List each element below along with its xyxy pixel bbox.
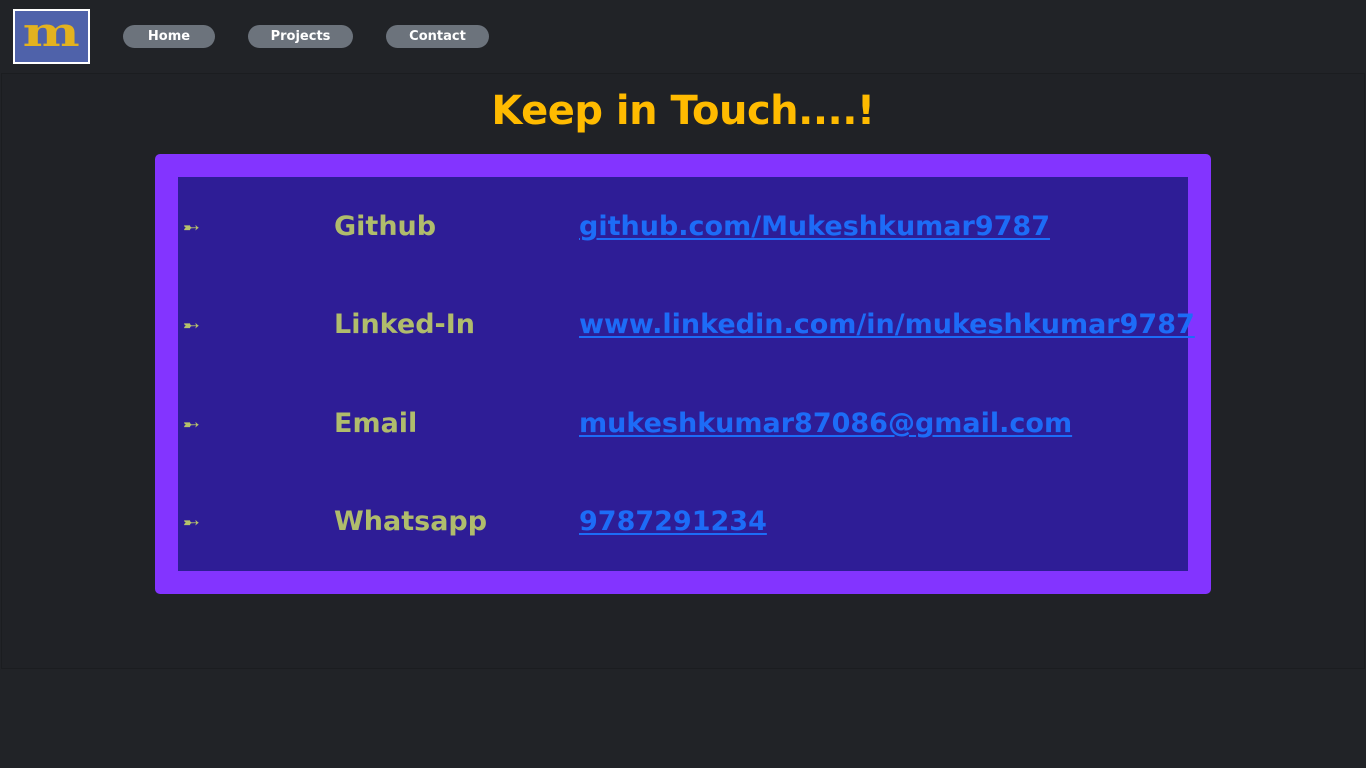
arrow-bullet-icon: ➸ bbox=[183, 510, 200, 534]
contact-label-email: Email bbox=[334, 408, 418, 439]
nav-contact-button[interactable]: Contact bbox=[386, 25, 489, 48]
contact-row-linkedin: ➸ Linked-In www.linkedin.com/in/mukeshku… bbox=[178, 305, 1195, 345]
contact-label-whatsapp: Whatsapp bbox=[334, 506, 488, 537]
contact-label-github: Github bbox=[334, 211, 437, 242]
linkedin-link[interactable]: www.linkedin.com/in/mukeshkumar9787 bbox=[579, 305, 1195, 345]
nav-projects-button[interactable]: Projects bbox=[248, 25, 353, 48]
arrow-bullet-icon: ➸ bbox=[183, 412, 200, 436]
contact-card-inner: ➸ Github github.com/Mukeshkumar9787 ➸ Li… bbox=[178, 177, 1195, 571]
nav-home-button[interactable]: Home bbox=[123, 25, 215, 48]
contact-label-linkedin: Linked-In bbox=[334, 309, 476, 340]
contact-row-email: ➸ Email mukeshkumar87086@gmail.com bbox=[178, 404, 1188, 444]
site-logo[interactable]: m bbox=[13, 9, 90, 64]
contact-row-whatsapp: ➸ Whatsapp 9787291234 bbox=[178, 502, 1188, 542]
contact-row-github: ➸ Github github.com/Mukeshkumar9787 bbox=[178, 207, 1188, 247]
arrow-bullet-icon: ➸ bbox=[183, 215, 200, 239]
email-link[interactable]: mukeshkumar87086@gmail.com bbox=[579, 404, 1072, 444]
top-navbar: m Home Projects Contact bbox=[0, 0, 1366, 72]
arrow-bullet-icon: ➸ bbox=[183, 313, 200, 337]
contact-card: ➸ Github github.com/Mukeshkumar9787 ➸ Li… bbox=[155, 154, 1211, 594]
page-title: Keep in Touch....! bbox=[491, 88, 875, 134]
whatsapp-link[interactable]: 9787291234 bbox=[579, 502, 767, 542]
github-link[interactable]: github.com/Mukeshkumar9787 bbox=[579, 207, 1050, 247]
logo-letter: m bbox=[22, 8, 81, 56]
